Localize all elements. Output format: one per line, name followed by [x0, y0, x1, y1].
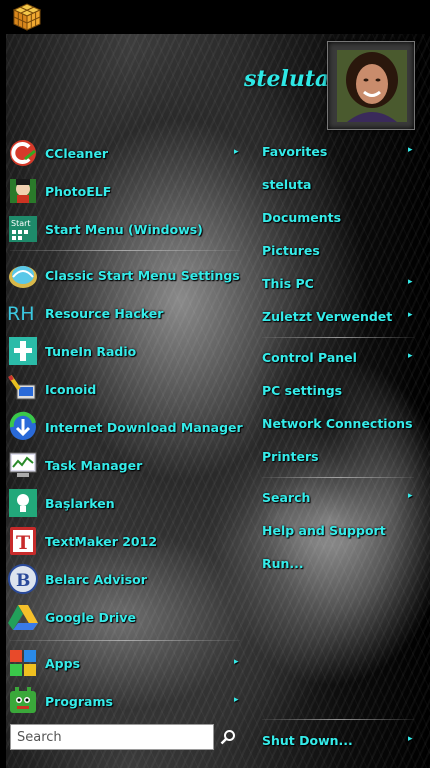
lightbulb-icon	[6, 486, 40, 520]
right-item-pictures[interactable]: Pictures	[262, 243, 422, 265]
right-item-this-pc[interactable]: This PC	[262, 276, 422, 298]
right-item-documents[interactable]: Documents	[262, 210, 422, 232]
right-item-pc-settings[interactable]: PC settings	[262, 383, 422, 405]
svg-text:B: B	[16, 571, 30, 591]
left-item-label: Google Drive	[45, 609, 136, 625]
left-item-google-drive[interactable]: Google Drive	[6, 599, 246, 635]
resource-hacker-icon: RH	[6, 296, 40, 330]
right-separator	[262, 337, 414, 338]
svg-text:T: T	[16, 532, 30, 554]
svg-text:RH: RH	[7, 303, 35, 325]
left-item-belarc-advisor[interactable]: B Belarc Advisor	[6, 561, 246, 597]
google-drive-icon	[6, 600, 40, 634]
left-item-label: Iconoid	[45, 381, 97, 397]
tunein-icon	[6, 334, 40, 368]
right-separator	[262, 719, 414, 720]
top-bar	[0, 0, 430, 34]
left-item-label: Belarc Advisor	[45, 571, 147, 587]
submenu-arrow-icon: ▸	[408, 491, 413, 501]
right-item-zuletzt-verwendet[interactable]: Zuletzt Verwendet	[262, 309, 422, 331]
search-input[interactable]	[10, 724, 214, 750]
start-orb-icon[interactable]	[10, 2, 44, 32]
left-item-ccleaner[interactable]: CCleaner	[6, 135, 246, 171]
left-item-label: Başlarken	[45, 495, 115, 511]
svg-text:Start: Start	[11, 219, 31, 228]
left-item-task-manager[interactable]: Task Manager	[6, 447, 246, 483]
left-item-start-menu-windows[interactable]: Start Start Menu (Windows)	[6, 211, 246, 247]
submenu-arrow-icon: ▸	[234, 147, 239, 157]
right-item-steluta[interactable]: steluta	[262, 177, 422, 199]
shut-down-button[interactable]: Shut Down...	[262, 733, 422, 755]
left-item-label: Classic Start Menu Settings	[45, 267, 240, 283]
avatar[interactable]	[337, 50, 407, 122]
left-separator	[10, 250, 240, 251]
right-separator	[262, 477, 414, 478]
submenu-arrow-icon: ▸	[408, 145, 413, 155]
left-item-label: Internet Download Manager	[45, 419, 243, 435]
left-item-internet-download-manager[interactable]: Internet Download Manager	[6, 409, 246, 445]
task-manager-icon	[6, 448, 40, 482]
ccleaner-icon	[6, 136, 40, 170]
left-item-label: Task Manager	[45, 457, 143, 473]
left-item-textmaker-2012[interactable]: T TextMaker 2012	[6, 523, 246, 559]
submenu-arrow-icon: ▸	[234, 657, 239, 667]
left-item-label: TextMaker 2012	[45, 533, 158, 549]
right-item-control-panel[interactable]: Control Panel	[262, 350, 422, 372]
left-item-label: Programs	[45, 693, 113, 709]
search-icon[interactable]	[220, 729, 236, 745]
submenu-arrow-icon: ▸	[408, 277, 413, 287]
left-item-programs[interactable]: Programs	[6, 683, 246, 719]
left-item-label: CCleaner	[45, 145, 109, 161]
left-item-photoelf[interactable]: PhotoELF	[6, 173, 246, 209]
right-item-printers[interactable]: Printers	[262, 449, 422, 471]
belarc-icon: B	[6, 562, 40, 596]
user-avatar-frame[interactable]	[327, 41, 415, 130]
left-item-tunein-radio[interactable]: TuneIn Radio	[6, 333, 246, 369]
left-item-classic-start-menu-settings[interactable]: Classic Start Menu Settings	[6, 257, 246, 293]
shut-down-arrow-icon[interactable]: ▸	[408, 734, 413, 744]
left-item-label: Resource Hacker	[45, 305, 164, 321]
left-item-apps[interactable]: Apps	[6, 645, 246, 681]
classic-shell-icon	[6, 258, 40, 292]
start-menu-icon: Start	[6, 212, 40, 246]
right-item-help-and-support[interactable]: Help and Support	[262, 523, 422, 545]
programs-icon	[6, 684, 40, 718]
submenu-arrow-icon: ▸	[234, 695, 239, 705]
iconoid-icon	[6, 372, 40, 406]
right-item-run[interactable]: Run...	[262, 556, 422, 578]
left-item-resource-hacker[interactable]: RH Resource Hacker	[6, 295, 246, 331]
photoelf-icon	[6, 174, 40, 208]
left-item-iconoid[interactable]: Iconoid	[6, 371, 246, 407]
apps-icon	[6, 646, 40, 680]
idm-icon	[6, 410, 40, 444]
right-item-network-connections[interactable]: Network Connections	[262, 416, 422, 438]
left-item-label: Start Menu (Windows)	[45, 221, 203, 237]
right-item-search[interactable]: Search	[262, 490, 422, 512]
submenu-arrow-icon: ▸	[408, 351, 413, 361]
user-name[interactable]: steluta	[244, 66, 334, 102]
left-item-label: TuneIn Radio	[45, 343, 137, 359]
submenu-arrow-icon: ▸	[408, 310, 413, 320]
left-item-baslarken[interactable]: Başlarken	[6, 485, 246, 521]
left-separator	[10, 640, 240, 641]
textmaker-icon: T	[6, 524, 40, 558]
left-item-label: PhotoELF	[45, 183, 112, 199]
right-item-favorites[interactable]: Favorites	[262, 144, 422, 166]
left-item-label: Apps	[45, 655, 81, 671]
